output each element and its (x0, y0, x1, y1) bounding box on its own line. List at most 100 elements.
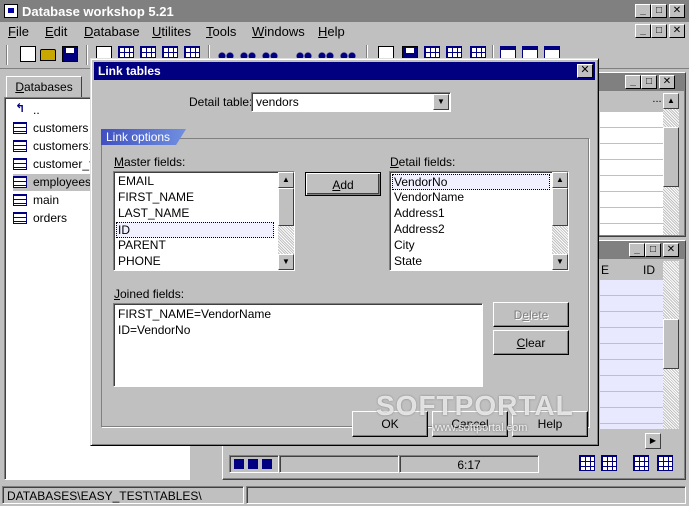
master-fields-label: Master fields: (114, 155, 186, 169)
new-document-icon[interactable] (20, 46, 36, 62)
table-icon (13, 194, 27, 206)
maximize-button[interactable]: □ (651, 4, 667, 18)
master-fields-scrollbar[interactable]: ▲ ▼ (278, 172, 294, 270)
joined-fields-list[interactable]: FIRST_NAME=VendorName ID=VendorNo (113, 303, 483, 387)
background-window-title: _ □ ✕ (599, 241, 685, 259)
form-view-icon[interactable] (633, 455, 649, 471)
bg-close-button[interactable]: ✕ (659, 75, 675, 89)
grid-options-icon[interactable] (601, 455, 617, 471)
grid-view-icon[interactable] (579, 455, 595, 471)
detail-field-item[interactable]: VendorName (393, 190, 464, 206)
scroll-up-button[interactable]: ▲ (663, 93, 679, 109)
toolbar-separator (86, 45, 88, 65)
nav-next-icon[interactable] (262, 459, 272, 469)
detail-fields-scrollbar[interactable]: ▲ ▼ (552, 172, 568, 270)
scroll-thumb[interactable] (663, 319, 679, 369)
tab-databases[interactable]: Databases (6, 76, 82, 97)
master-field-item[interactable]: FIRST_NAME (117, 190, 194, 206)
table-icon (13, 140, 27, 152)
status-path: DATABASES\EASY_TEST\TABLES\ (2, 486, 244, 504)
scroll-thumb[interactable] (552, 188, 568, 226)
dialog-close-button[interactable]: ✕ (577, 64, 593, 78)
joined-field-item[interactable]: ID=VendorNo (117, 323, 190, 339)
master-field-item-focused[interactable]: ID (116, 222, 274, 238)
link-options-title: Link options (101, 129, 186, 145)
bg-maximize-button[interactable]: □ (641, 75, 657, 89)
menu-database[interactable]: Database (84, 24, 140, 39)
background-grid (599, 111, 663, 235)
menu-help[interactable]: Help (318, 24, 345, 39)
detail-field-item[interactable]: Address1 (393, 206, 445, 222)
master-field-item[interactable]: PHONE (117, 254, 161, 270)
record-status-field (279, 455, 399, 473)
scroll-thumb[interactable] (278, 188, 294, 226)
minimize-button[interactable]: _ (635, 4, 651, 18)
record-navigator[interactable] (229, 455, 279, 473)
add-button[interactable]: Add (305, 172, 381, 196)
menu-tools[interactable]: Tools (206, 24, 236, 39)
bg-close-button[interactable]: ✕ (663, 243, 679, 257)
detail-field-item[interactable]: State (393, 254, 422, 270)
link-tables-dialog: Link tables ✕ Detail table: vendors ▼ Li… (90, 58, 599, 446)
scroll-thumb[interactable] (663, 127, 679, 187)
bg-minimize-button[interactable]: _ (625, 75, 641, 89)
detail-table-label: Detail table: (189, 95, 253, 109)
bg-minimize-button[interactable]: _ (629, 243, 645, 257)
app-title-bar: Database workshop 5.21 _ □ ✕ (0, 0, 689, 22)
detail-table-combobox[interactable]: vendors ▼ (251, 92, 451, 112)
column-header-id[interactable]: ID (641, 261, 663, 279)
bg-maximize-button[interactable]: □ (645, 243, 661, 257)
watermark-logo: SOFTPORTAL (376, 390, 574, 421)
toolbar-grip (6, 45, 8, 65)
child-close-button[interactable]: ✕ (669, 24, 685, 38)
background-window-upper[interactable]: _ □ ✕ ... ▲ (596, 72, 686, 237)
master-field-item[interactable]: LAST_NAME (117, 206, 189, 222)
dialog-title: Link tables (98, 64, 161, 78)
delete-button[interactable]: Delete (493, 302, 569, 327)
column-header-e[interactable]: E (599, 261, 639, 279)
clear-button[interactable]: Clear (493, 330, 569, 355)
menu-windows[interactable]: Windows (252, 24, 305, 39)
menu-edit[interactable]: Edit (45, 24, 67, 39)
detail-table-value: vendors (256, 95, 299, 109)
master-field-item[interactable]: PARENT (117, 238, 166, 254)
open-folder-icon[interactable] (40, 49, 56, 61)
chevron-down-icon[interactable]: ▼ (433, 94, 449, 110)
master-fields-list[interactable]: EMAIL FIRST_NAME LAST_NAME ID PARENT PHO… (113, 171, 295, 271)
table-icon (13, 158, 27, 170)
up-arrow-icon: ↰ (15, 101, 26, 115)
menu-file[interactable]: File (8, 24, 29, 39)
detail-fields-list[interactable]: VendorNo VendorName Address1 Address2 Ci… (389, 171, 569, 271)
scroll-up-button[interactable]: ▲ (552, 172, 568, 188)
child-maximize-button[interactable]: □ (651, 24, 667, 38)
scroll-down-button[interactable]: ▼ (552, 254, 568, 270)
time-field: 6:17 (399, 455, 539, 473)
scroll-right-button[interactable]: ▶ (645, 433, 661, 449)
app-title: Database workshop 5.21 (22, 4, 174, 19)
status-panel (246, 486, 686, 504)
background-vscroll[interactable]: ▲ (663, 93, 679, 235)
menu-bar: File Edit Database Utilites Tools Window… (0, 22, 689, 41)
master-field-item[interactable]: EMAIL (117, 174, 154, 190)
menu-utilites[interactable]: Utilites (152, 24, 191, 39)
app-system-icon[interactable] (4, 4, 18, 18)
table-icon (13, 122, 27, 134)
background-vscroll[interactable] (663, 261, 679, 429)
watermark-url: www.softportal.com (432, 422, 528, 434)
save-disk-icon[interactable] (62, 46, 78, 62)
close-button[interactable]: ✕ (669, 4, 685, 18)
dialog-title-bar: Link tables ✕ (94, 62, 595, 80)
background-grid (599, 279, 663, 429)
detail-field-item[interactable]: City (393, 238, 415, 254)
detail-fields-label: Detail fields: (390, 155, 456, 169)
child-minimize-button[interactable]: _ (635, 24, 651, 38)
nav-first-icon[interactable] (234, 459, 244, 469)
scroll-down-button[interactable]: ▼ (278, 254, 294, 270)
nav-prev-icon[interactable] (248, 459, 258, 469)
background-window-title: _ □ ✕ (597, 73, 685, 91)
scroll-up-button[interactable]: ▲ (278, 172, 294, 188)
detail-field-item[interactable]: Address2 (393, 222, 445, 238)
print-view-icon[interactable] (657, 455, 673, 471)
joined-field-item[interactable]: FIRST_NAME=VendorName (117, 307, 271, 323)
detail-field-item-focused[interactable]: VendorNo (392, 174, 550, 190)
